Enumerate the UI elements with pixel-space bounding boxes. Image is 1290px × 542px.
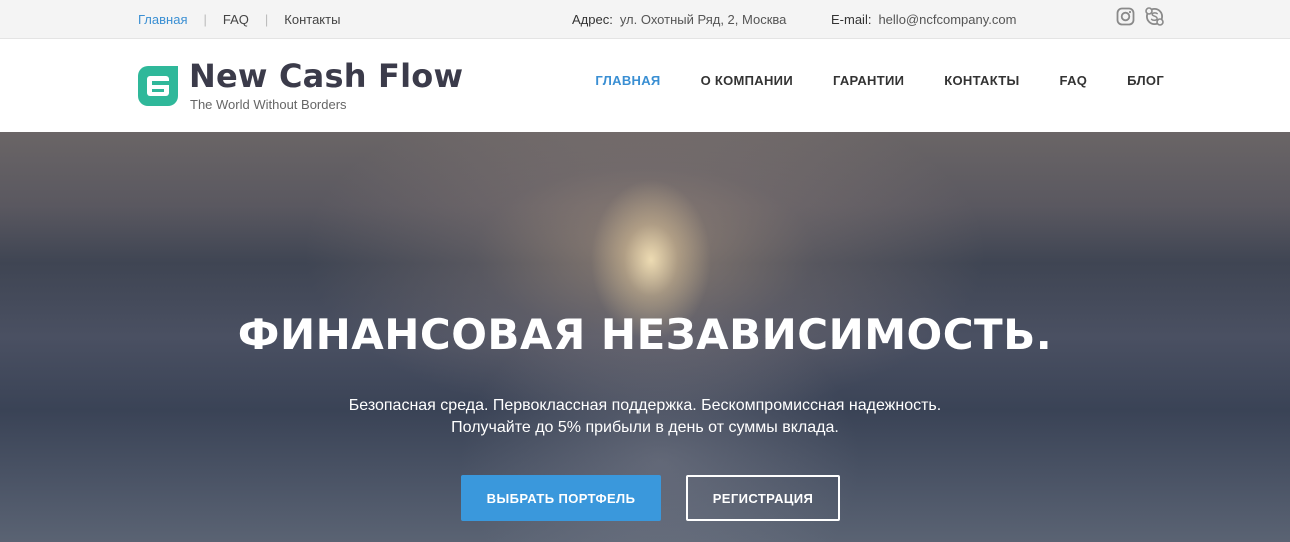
register-button[interactable]: РЕГИСТРАЦИЯ	[686, 475, 840, 521]
nav-item-about[interactable]: О КОМПАНИИ	[701, 73, 793, 88]
logo-subtitle: The World Without Borders	[190, 97, 347, 112]
email-value[interactable]: hello@ncfcompany.com	[878, 12, 1016, 27]
main-nav: ГЛАВНАЯ О КОМПАНИИ ГАРАНТИИ КОНТАКТЫ FAQ…	[595, 39, 1164, 121]
separator: |	[264, 11, 269, 27]
separator: |	[203, 11, 207, 27]
social-links	[1116, 7, 1164, 26]
nav-item-blog[interactable]: БЛОГ	[1127, 73, 1164, 88]
nav-item-contacts[interactable]: КОНТАКТЫ	[944, 73, 1019, 88]
top-nav-home-link[interactable]: Главная	[138, 12, 187, 27]
top-nav-faq-link[interactable]: FAQ	[223, 12, 249, 27]
top-nav: Главная | FAQ | Контакты	[138, 0, 340, 38]
address-value: ул. Охотный Ряд, 2, Москва	[619, 11, 787, 27]
top-bar: Главная | FAQ | Контакты Адрес: ул. Охот…	[0, 0, 1290, 39]
nav-item-guarantees[interactable]: ГАРАНТИИ	[833, 73, 904, 88]
hero-section: ФИНАНСОВАЯ НЕЗАВИСИМОСТЬ. Безопасная сре…	[0, 132, 1290, 542]
top-nav-contacts-link[interactable]: Контакты	[284, 12, 340, 27]
choose-portfolio-button[interactable]: ВЫБРАТЬ ПОРТФЕЛЬ	[461, 475, 661, 521]
logo-icon[interactable]	[138, 66, 178, 106]
hero-subtitle-line1: Безопасная среда. Первоклассная поддержк…	[348, 397, 942, 414]
email-label: E-mail:	[831, 11, 872, 27]
skype-icon[interactable]	[1145, 7, 1164, 26]
hero-subtitle-line2: Получайте до 5% прибыли в день от суммы …	[451, 419, 839, 436]
nav-item-home[interactable]: ГЛАВНАЯ	[595, 73, 660, 88]
hero-title: ФИНАНСОВАЯ НЕЗАВИСИМОСТЬ.	[237, 310, 1053, 359]
nav-item-faq[interactable]: FAQ	[1060, 73, 1088, 88]
site-header: New Cash Flow The World Without Borders …	[0, 39, 1290, 132]
address-label: Адрес:	[572, 11, 613, 27]
address-info: Адрес: ул. Охотный Ряд, 2, Москва	[572, 0, 786, 38]
email-info: E-mail: hello@ncfcompany.com	[831, 0, 1016, 38]
instagram-icon[interactable]	[1116, 7, 1135, 26]
logo-title[interactable]: New Cash Flow	[189, 57, 463, 95]
